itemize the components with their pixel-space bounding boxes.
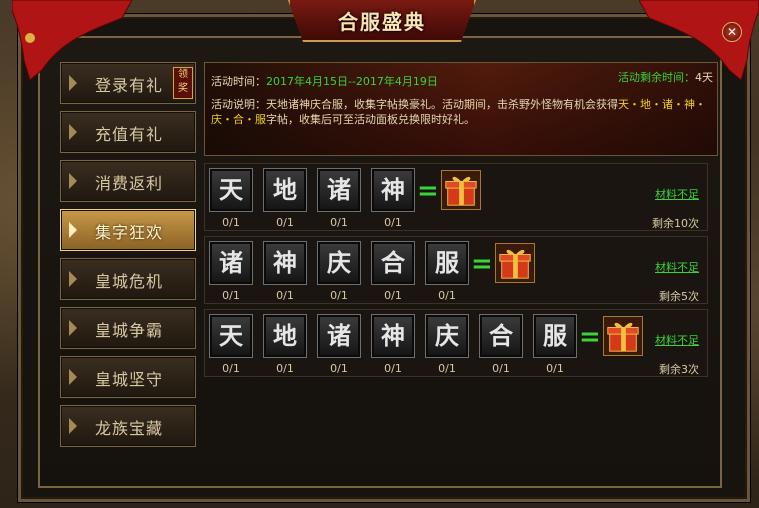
event-time-label: 活动时间： [211, 75, 266, 88]
char-tile: 诸 [317, 168, 361, 212]
title-plaque: 合服盛典 [288, 0, 476, 42]
char-tile: 地 [263, 168, 307, 212]
remaining-time-value: 4天 [695, 71, 713, 84]
remaining-count: 剩余10次 [652, 217, 699, 230]
sidebar-item-label: 登录有礼 [95, 76, 164, 95]
event-remaining-time: 活动剩余时间：4天 [618, 69, 713, 85]
char-count: 0/1 [276, 289, 294, 302]
char-tile: 庆 [317, 241, 361, 285]
char-tile: 服 [533, 314, 577, 358]
description-prefix: 活动说明：天地诸神庆合服，收集字帖换豪礼。活动期间，击杀野外怪物有机会获得 [211, 98, 618, 111]
char-count: 0/1 [546, 362, 564, 375]
char-count: 0/1 [492, 362, 510, 375]
exchange-row-2: 诸 神 庆 合 服 0/1 0/1 0/1 0/1 0/1 = 材料不足 剩余5… [204, 236, 708, 304]
arrow-right-icon [69, 173, 77, 189]
char-tile: 合 [371, 241, 415, 285]
equals-sign: = [579, 322, 601, 352]
char-tile: 神 [263, 241, 307, 285]
arrow-right-icon [69, 222, 77, 238]
sidebar-item-label: 皇城坚守 [95, 370, 164, 389]
exchange-row-3: 天 地 诸 神 庆 合 服 0/1 0/1 0/1 0/1 0/1 0/1 0/… [204, 309, 708, 377]
equals-sign: = [417, 176, 439, 206]
char-count: 0/1 [330, 362, 348, 375]
material-status-link[interactable]: 材料不足 [655, 332, 699, 348]
arrow-right-icon [69, 418, 77, 434]
char-tile: 服 [425, 241, 469, 285]
sidebar-item-spend-rebate[interactable]: 消费返利 [60, 160, 196, 202]
char-count: 0/1 [330, 216, 348, 229]
sidebar-item-city-crisis[interactable]: 皇城危机 [60, 258, 196, 300]
sidebar-item-city-battle[interactable]: 皇城争霸 [60, 307, 196, 349]
sidebar-item-label: 充值有礼 [95, 125, 164, 144]
gift-box-icon[interactable] [603, 316, 643, 356]
char-tile: 神 [371, 168, 415, 212]
window-title: 合服盛典 [338, 9, 426, 34]
close-icon: ✕ [726, 25, 738, 39]
char-tile: 地 [263, 314, 307, 358]
char-count: 0/1 [384, 289, 402, 302]
sidebar: 登录有礼 领奖 充值有礼 消费返利 集字狂欢 皇城危机 皇城争霸 皇城坚守 龙族… [60, 62, 196, 454]
sidebar-item-collect-words[interactable]: 集字狂欢 [60, 209, 196, 251]
char-tile: 神 [371, 314, 415, 358]
event-time-value: 2017年4月15日--2017年4月19日 [266, 75, 438, 88]
char-tile: 诸 [317, 314, 361, 358]
sidebar-item-login-gift[interactable]: 登录有礼 领奖 [60, 62, 196, 104]
event-time: 活动时间：2017年4月15日--2017年4月19日 [211, 73, 438, 89]
gift-box-icon[interactable] [441, 170, 481, 210]
equals-sign: = [471, 249, 493, 279]
sidebar-item-label: 消费返利 [95, 174, 164, 193]
char-count: 0/1 [276, 216, 294, 229]
sidebar-item-recharge-gift[interactable]: 充值有礼 [60, 111, 196, 153]
remaining-time-label: 活动剩余时间： [618, 71, 695, 84]
char-count: 0/1 [384, 216, 402, 229]
remaining-count: 剩余5次 [659, 290, 699, 303]
sidebar-item-city-defense[interactable]: 皇城坚守 [60, 356, 196, 398]
sidebar-item-label: 皇城争霸 [95, 321, 164, 340]
event-description: 活动说明：天地诸神庆合服，收集字帖换豪礼。活动期间，击杀野外怪物有机会获得天・地… [211, 97, 711, 127]
remaining-count: 剩余3次 [659, 363, 699, 376]
char-count: 0/1 [330, 289, 348, 302]
sidebar-item-label: 龙族宝藏 [95, 419, 164, 438]
char-count: 0/1 [438, 362, 456, 375]
char-count: 0/1 [222, 289, 240, 302]
arrow-right-icon [69, 124, 77, 140]
char-tile: 诸 [209, 241, 253, 285]
char-count: 0/1 [438, 289, 456, 302]
arrow-right-icon [69, 369, 77, 385]
sidebar-item-label: 集字狂欢 [95, 223, 164, 242]
sidebar-item-label: 皇城危机 [95, 272, 164, 291]
char-count: 0/1 [222, 362, 240, 375]
char-count: 0/1 [384, 362, 402, 375]
char-tile: 天 [209, 168, 253, 212]
material-status-link[interactable]: 材料不足 [655, 259, 699, 275]
arrow-right-icon [69, 271, 77, 287]
sidebar-item-dragon-treasure[interactable]: 龙族宝藏 [60, 405, 196, 447]
close-button[interactable]: ✕ [722, 22, 742, 42]
char-count: 0/1 [222, 216, 240, 229]
arrow-right-icon [69, 320, 77, 336]
char-tile: 天 [209, 314, 253, 358]
gift-box-icon[interactable] [495, 243, 535, 283]
exchange-row-1: 天 地 诸 神 0/1 0/1 0/1 0/1 = 材料不足 剩余10次 [204, 163, 708, 231]
char-count: 0/1 [276, 362, 294, 375]
char-tile: 庆 [425, 314, 469, 358]
claim-badge[interactable]: 领奖 [173, 67, 193, 99]
char-tile: 合 [479, 314, 523, 358]
event-info-banner: 活动时间：2017年4月15日--2017年4月19日 活动剩余时间：4天 活动… [204, 62, 718, 156]
arrow-right-icon [69, 75, 77, 91]
description-suffix: 字帖，收集后可至活动面板兑换限时好礼。 [266, 113, 475, 126]
material-status-link[interactable]: 材料不足 [655, 186, 699, 202]
